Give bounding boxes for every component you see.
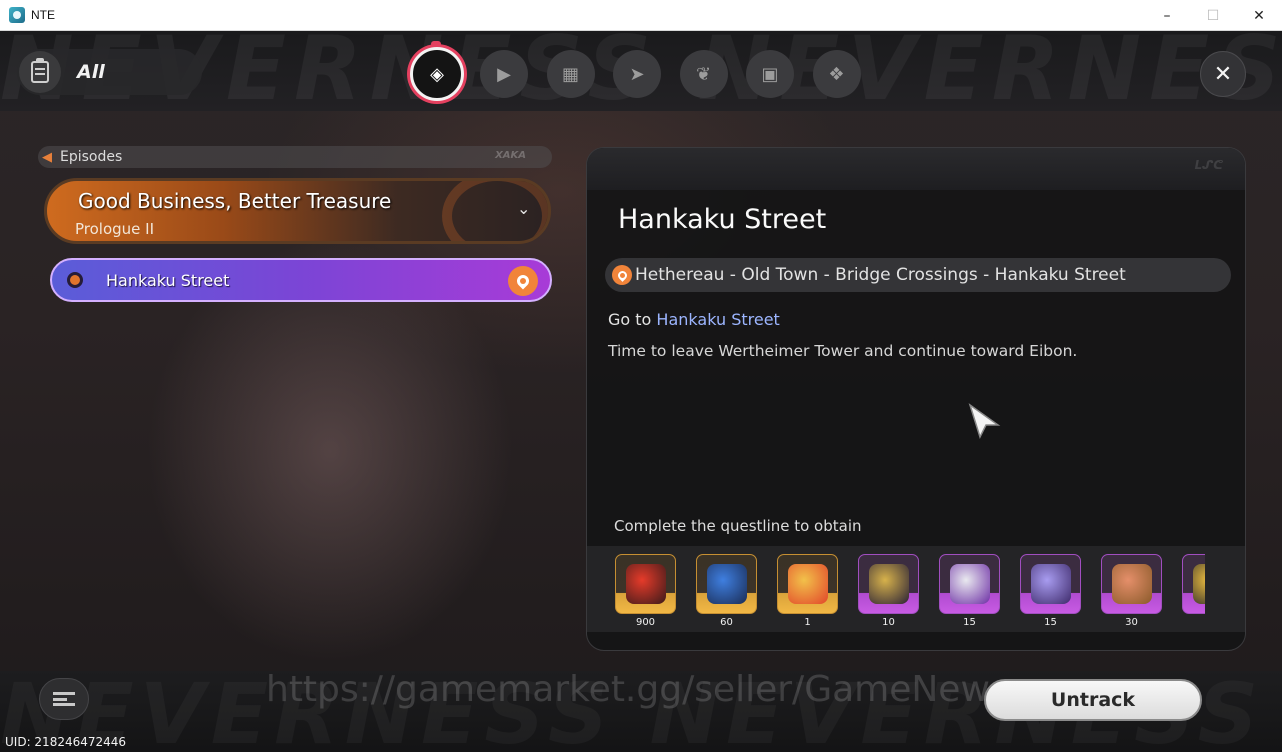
quest-detail-panel: ᒪᔑᕦ Hankaku Street Hethereau - Old Town … xyxy=(586,147,1246,651)
app-icon xyxy=(9,7,25,23)
tab-events[interactable]: ▦ xyxy=(546,50,595,98)
reward-item[interactable]: 900 xyxy=(615,554,676,632)
quest-description: Time to leave Wertheimer Tower and conti… xyxy=(608,342,1078,360)
rewards-strip: 900 60 1 10 15 15 30 6 xyxy=(587,546,1245,632)
window-titlebar: NTE – ☐ ✕ xyxy=(0,0,1282,31)
untrack-button[interactable]: Untrack xyxy=(984,679,1202,721)
card-pack-icon xyxy=(939,554,1000,614)
close-button[interactable]: ✕ xyxy=(1200,51,1246,97)
reward-art xyxy=(1111,564,1152,604)
picture-icon: ▣ xyxy=(761,63,779,85)
reward-quantity: 30 xyxy=(1125,617,1138,628)
heart-flower-icon: ❦ xyxy=(695,63,712,85)
reward-art xyxy=(1192,564,1205,604)
location-path: Hethereau - Old Town - Bridge Crossings … xyxy=(635,265,1126,285)
category-label: All xyxy=(77,61,105,83)
objective: Go to Hankaku Street xyxy=(608,310,780,329)
reward-item[interactable]: 60 xyxy=(696,554,757,632)
detail-header: ᒪᔑᕦ xyxy=(587,148,1245,190)
list-icon xyxy=(53,692,75,706)
reward-item[interactable]: 15 xyxy=(1020,554,1081,632)
paper-plane-icon: ➤ xyxy=(629,63,645,85)
game-view: NEVERNESS NEVERNESS All ◈ ▶ ▦ ➤ ❦ ▣ ❖ ✕ … xyxy=(0,31,1282,752)
reward-quantity: 60 xyxy=(720,617,733,628)
reward-quantity: 1 xyxy=(804,617,811,628)
reward-item[interactable]: 30 xyxy=(1101,554,1162,632)
orange-badge-icon xyxy=(615,554,676,614)
location-bar: Hethereau - Old Town - Bridge Crossings … xyxy=(605,258,1231,292)
megaphone-icon: ◀ xyxy=(42,149,52,165)
episodes-header[interactable]: ◀ Episodes XAKA xyxy=(38,146,552,168)
quest-title: Good Business, Better Treasure xyxy=(78,189,392,213)
quest-type-tabs: ◈ ▶ ▦ ➤ ❦ ▣ ❖ xyxy=(410,41,879,101)
quest-step-item[interactable]: Hankaku Street xyxy=(50,258,552,302)
tab-all-quests[interactable]: ◈ xyxy=(410,41,464,101)
tab-gallery[interactable]: ▣ xyxy=(746,50,794,98)
reward-art xyxy=(787,564,828,604)
url-watermark: https://gamemarket.gg/seller/GameNew xyxy=(266,669,990,710)
clipboard-icon xyxy=(19,51,61,93)
rewards-list: 900 60 1 10 15 15 30 6 xyxy=(615,554,1205,632)
tracking-list-button[interactable] xyxy=(39,678,89,720)
reward-art xyxy=(1030,564,1071,604)
burst-orb-icon xyxy=(777,554,838,614)
quest-step-label: Hankaku Street xyxy=(106,270,230,290)
reward-art xyxy=(625,564,666,604)
pig-medal-icon xyxy=(1101,554,1162,614)
episodes-tag: XAKA xyxy=(495,150,526,161)
window-close-button[interactable]: ✕ xyxy=(1236,0,1282,31)
player-uid: UID: 218246472446 xyxy=(5,735,127,749)
objective-prefix: Go to xyxy=(608,310,657,329)
reward-item[interactable]: 10 xyxy=(858,554,919,632)
golden-book-icon xyxy=(858,554,919,614)
location-pin-icon xyxy=(612,265,632,285)
category-filter[interactable]: All xyxy=(17,49,202,95)
reward-art xyxy=(706,564,747,604)
reward-item[interactable]: 1 xyxy=(777,554,838,632)
mouse-cursor-icon xyxy=(968,403,1001,439)
reward-quantity: 15 xyxy=(963,617,976,628)
map-pin-icon[interactable] xyxy=(508,266,538,296)
reward-quantity: 10 xyxy=(882,617,895,628)
tab-commissions[interactable]: ➤ xyxy=(613,50,661,98)
reward-item[interactable]: 6 xyxy=(1182,554,1205,632)
reward-quantity: 6 xyxy=(1182,617,1205,628)
quest-subtitle: Prologue II xyxy=(75,220,155,238)
gold-item-icon xyxy=(1182,554,1205,614)
quest-emblem xyxy=(442,181,548,241)
layers-icon: ◈ xyxy=(430,63,444,85)
chevron-down-icon[interactable]: ⌄ xyxy=(517,199,530,218)
film-icon: ▦ xyxy=(561,63,579,85)
tab-companions[interactable]: ❦ xyxy=(679,50,728,98)
objective-target: Hankaku Street xyxy=(656,310,780,329)
tab-story[interactable]: ▶ xyxy=(480,50,528,98)
reward-art xyxy=(868,564,909,604)
quest-card[interactable]: Good Business, Better Treasure Prologue … xyxy=(44,178,551,244)
tab-misc[interactable]: ❖ xyxy=(812,50,861,98)
blue-crystal-icon xyxy=(696,554,757,614)
shield-icon: ❖ xyxy=(828,63,845,85)
episodes-title: Episodes xyxy=(60,149,123,165)
reward-quantity: 900 xyxy=(635,617,656,628)
detail-title: Hankaku Street xyxy=(618,204,827,235)
maximize-button[interactable]: ☐ xyxy=(1190,0,1236,31)
reward-quantity: 15 xyxy=(1044,617,1057,628)
megaphone-icon: ▶ xyxy=(497,63,511,85)
reward-item[interactable]: 15 xyxy=(939,554,1000,632)
crystal-shard-icon xyxy=(1020,554,1081,614)
reward-art xyxy=(949,564,990,604)
rewards-title: Complete the questline to obtain xyxy=(614,517,862,535)
step-dot-icon xyxy=(67,272,83,288)
minimize-button[interactable]: – xyxy=(1144,0,1190,31)
window-title: NTE xyxy=(31,8,55,22)
